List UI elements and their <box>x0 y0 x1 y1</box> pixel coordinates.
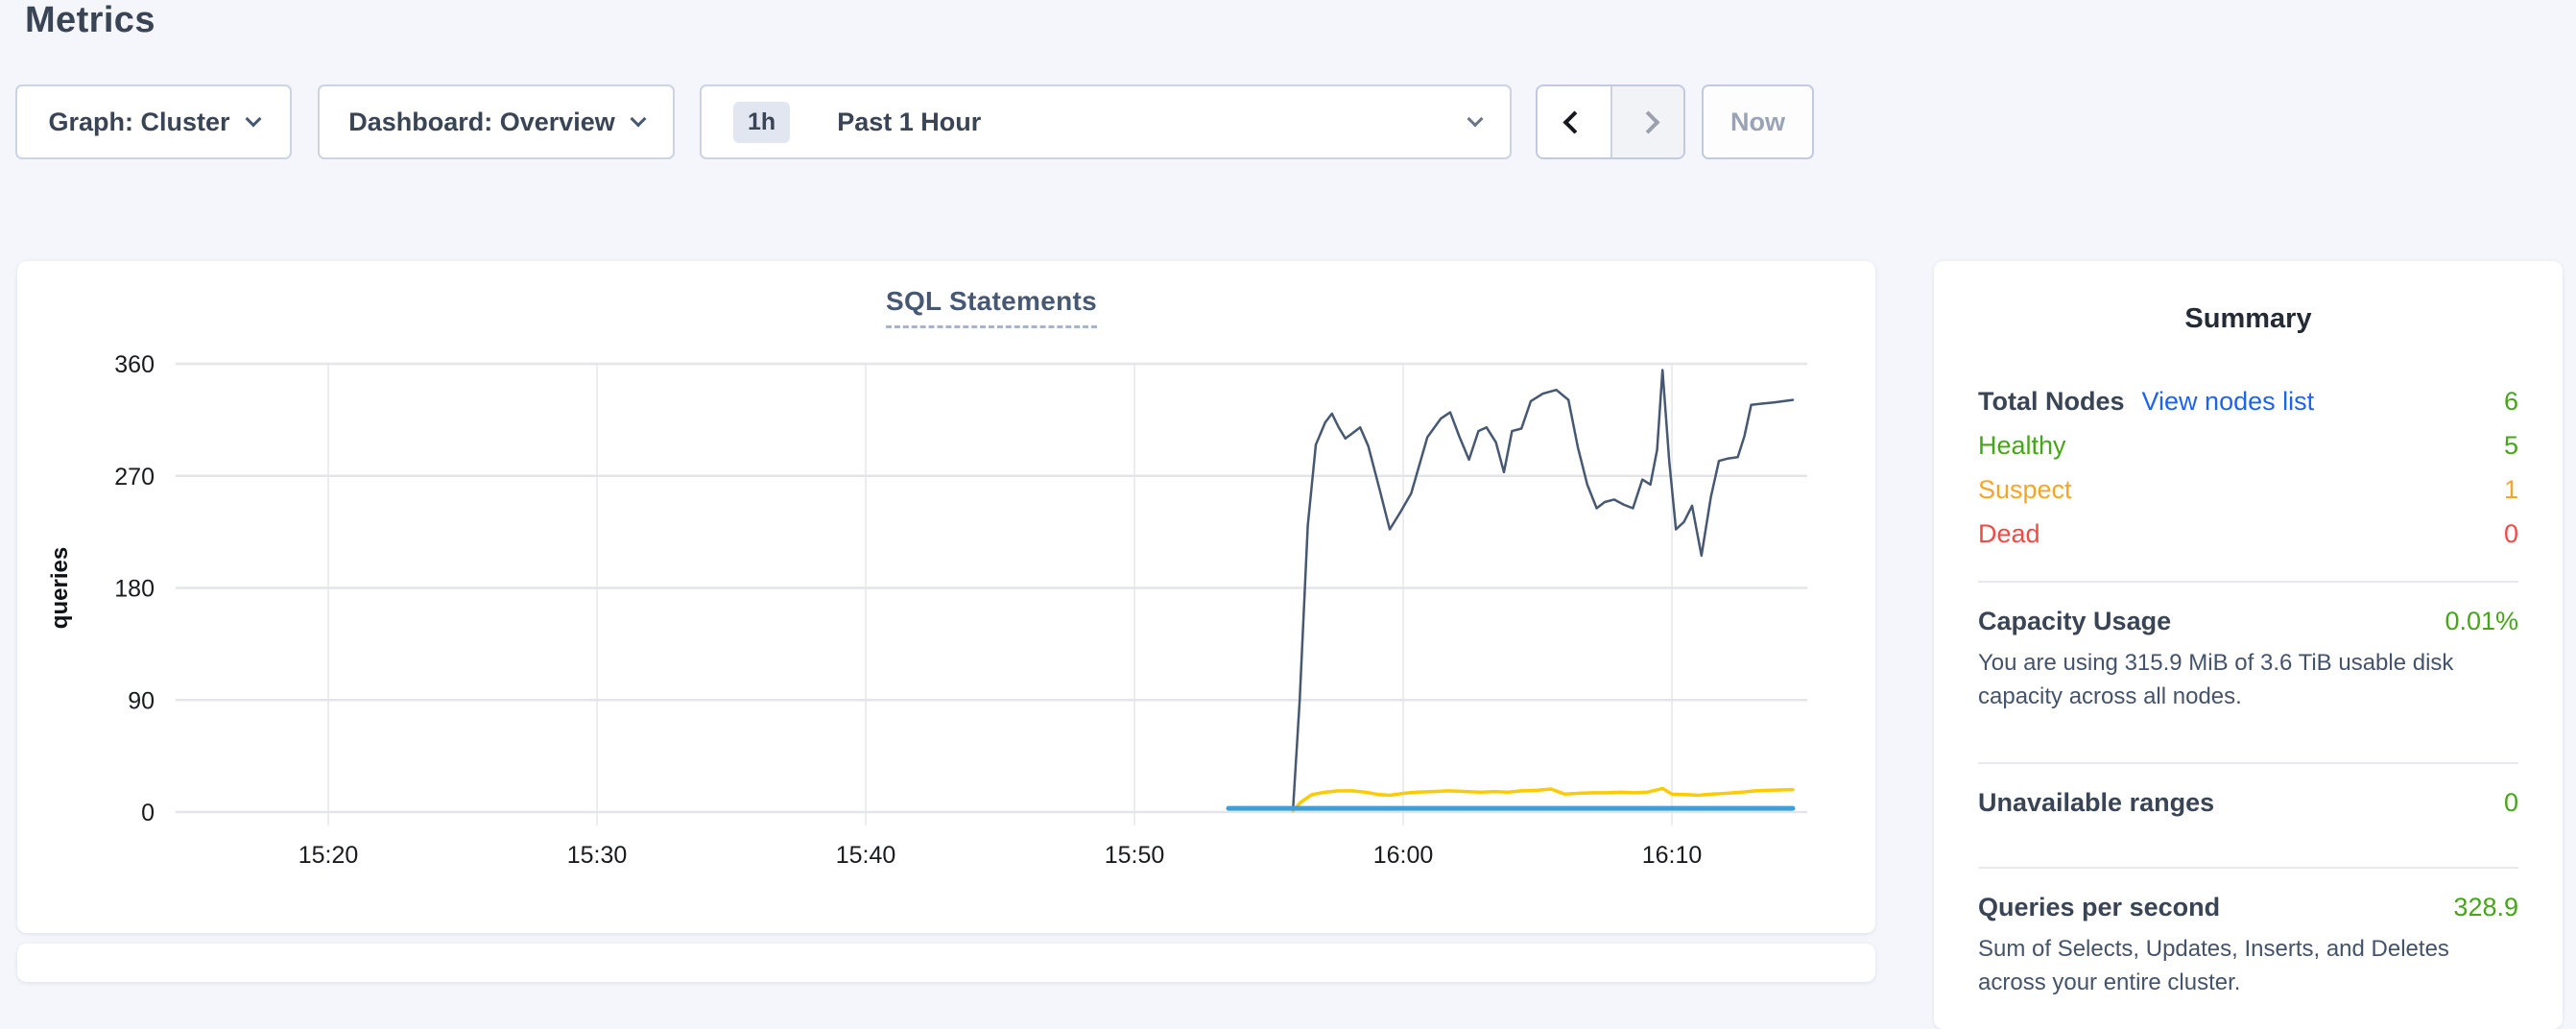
unavailable-ranges-section: Unavailable ranges 0 <box>1978 764 2518 842</box>
metrics-page: { "page": { "title": "Metrics" }, "toolb… <box>0 0 2576 950</box>
summary-panel: Summary Total Nodes View nodes list 6 He… <box>1934 261 2563 1029</box>
queries-per-second-value: 328.9 <box>2453 893 2518 922</box>
x-tick-label: 15:30 <box>567 842 628 869</box>
queries-per-second-description: Sum of Selects, Updates, Inserts, and De… <box>1978 932 2518 999</box>
time-range-dropdown[interactable]: 1h Past 1 Hour <box>700 84 1512 159</box>
chevron-left-icon <box>1562 110 1586 133</box>
next-chart-card-partial <box>17 944 1875 982</box>
capacity-usage-value: 0.01% <box>2445 607 2518 636</box>
sql-statements-chart-card: SQL Statements 15:2015:3015:4015:5016:00… <box>17 261 1875 933</box>
total-nodes-label: Total Nodes <box>1978 387 2125 417</box>
y-axis-label: queries <box>47 547 73 629</box>
x-tick-label: 15:50 <box>1105 842 1165 869</box>
chevron-down-icon <box>245 111 261 128</box>
chevron-down-icon <box>630 111 646 128</box>
capacity-usage-description: You are using 315.9 MiB of 3.6 TiB usabl… <box>1978 646 2518 713</box>
y-tick-label: 90 <box>128 687 155 714</box>
view-nodes-list-link[interactable]: View nodes list <box>2142 387 2315 417</box>
x-tick-label: 15:20 <box>298 842 359 869</box>
x-tick-label: 15:40 <box>836 842 896 869</box>
graph-scope-dropdown[interactable]: Graph: Cluster <box>15 84 292 159</box>
queries-per-second-label: Queries per second <box>1978 893 2220 922</box>
time-pager <box>1536 84 1685 159</box>
time-range-badge: 1h <box>733 102 790 143</box>
y-tick-label: 270 <box>114 464 155 491</box>
previous-timespan-button[interactable] <box>1538 86 1610 157</box>
dead-nodes-row: Dead 0 <box>1978 512 2518 556</box>
unavailable-ranges-label: Unavailable ranges <box>1978 788 2214 818</box>
now-button-disabled[interactable]: Now <box>1702 84 1814 159</box>
queries-per-second-section: Queries per second 328.9 Sum of Selects,… <box>1978 869 2518 1023</box>
capacity-usage-section: Capacity Usage 0.01% You are using 315.9… <box>1978 583 2518 737</box>
unavailable-ranges-value: 0 <box>2504 788 2518 818</box>
y-tick-label: 180 <box>114 576 155 603</box>
dead-label: Dead <box>1978 519 2040 549</box>
healthy-value: 5 <box>2504 431 2518 461</box>
healthy-label: Healthy <box>1978 431 2066 461</box>
y-tick-label: 360 <box>114 351 155 378</box>
page-title: Metrics <box>25 0 155 41</box>
capacity-usage-label: Capacity Usage <box>1978 607 2171 636</box>
dead-value: 0 <box>2504 519 2518 549</box>
chevron-down-icon <box>1467 111 1484 128</box>
chevron-right-icon <box>1636 110 1659 133</box>
next-timespan-button-disabled[interactable] <box>1610 86 1683 157</box>
y-tick-label: 0 <box>141 800 155 826</box>
chart-plot-area: 15:20 15:30 15:40 15:50 16:00 16:10 0 90 180 270 3… <box>17 321 1875 916</box>
suspect-nodes-row: Suspect 1 <box>1978 467 2518 512</box>
total-nodes-value: 6 <box>2504 387 2518 417</box>
dashboard-dropdown-label: Dashboard: Overview <box>348 108 615 137</box>
suspect-value: 1 <box>2504 475 2518 505</box>
summary-title: Summary <box>1978 303 2518 335</box>
graph-scope-dropdown-label: Graph: Cluster <box>48 108 229 137</box>
x-tick-label: 16:00 <box>1373 842 1434 869</box>
dashboard-dropdown[interactable]: Dashboard: Overview <box>318 84 675 159</box>
node-status-rows: Total Nodes View nodes list 6 Healthy 5 … <box>1978 379 2518 556</box>
total-nodes-row: Total Nodes View nodes list 6 <box>1978 379 2518 423</box>
chart-line-dark-blue-line <box>1293 371 1793 810</box>
sql-statements-chart: 15:20 15:30 15:40 15:50 16:00 16:10 0 90 180 270 3… <box>17 321 1875 916</box>
suspect-label: Suspect <box>1978 475 2072 505</box>
time-range-label: Past 1 Hour <box>837 108 981 137</box>
x-tick-label: 16:10 <box>1642 842 1703 869</box>
healthy-nodes-row: Healthy 5 <box>1978 423 2518 467</box>
